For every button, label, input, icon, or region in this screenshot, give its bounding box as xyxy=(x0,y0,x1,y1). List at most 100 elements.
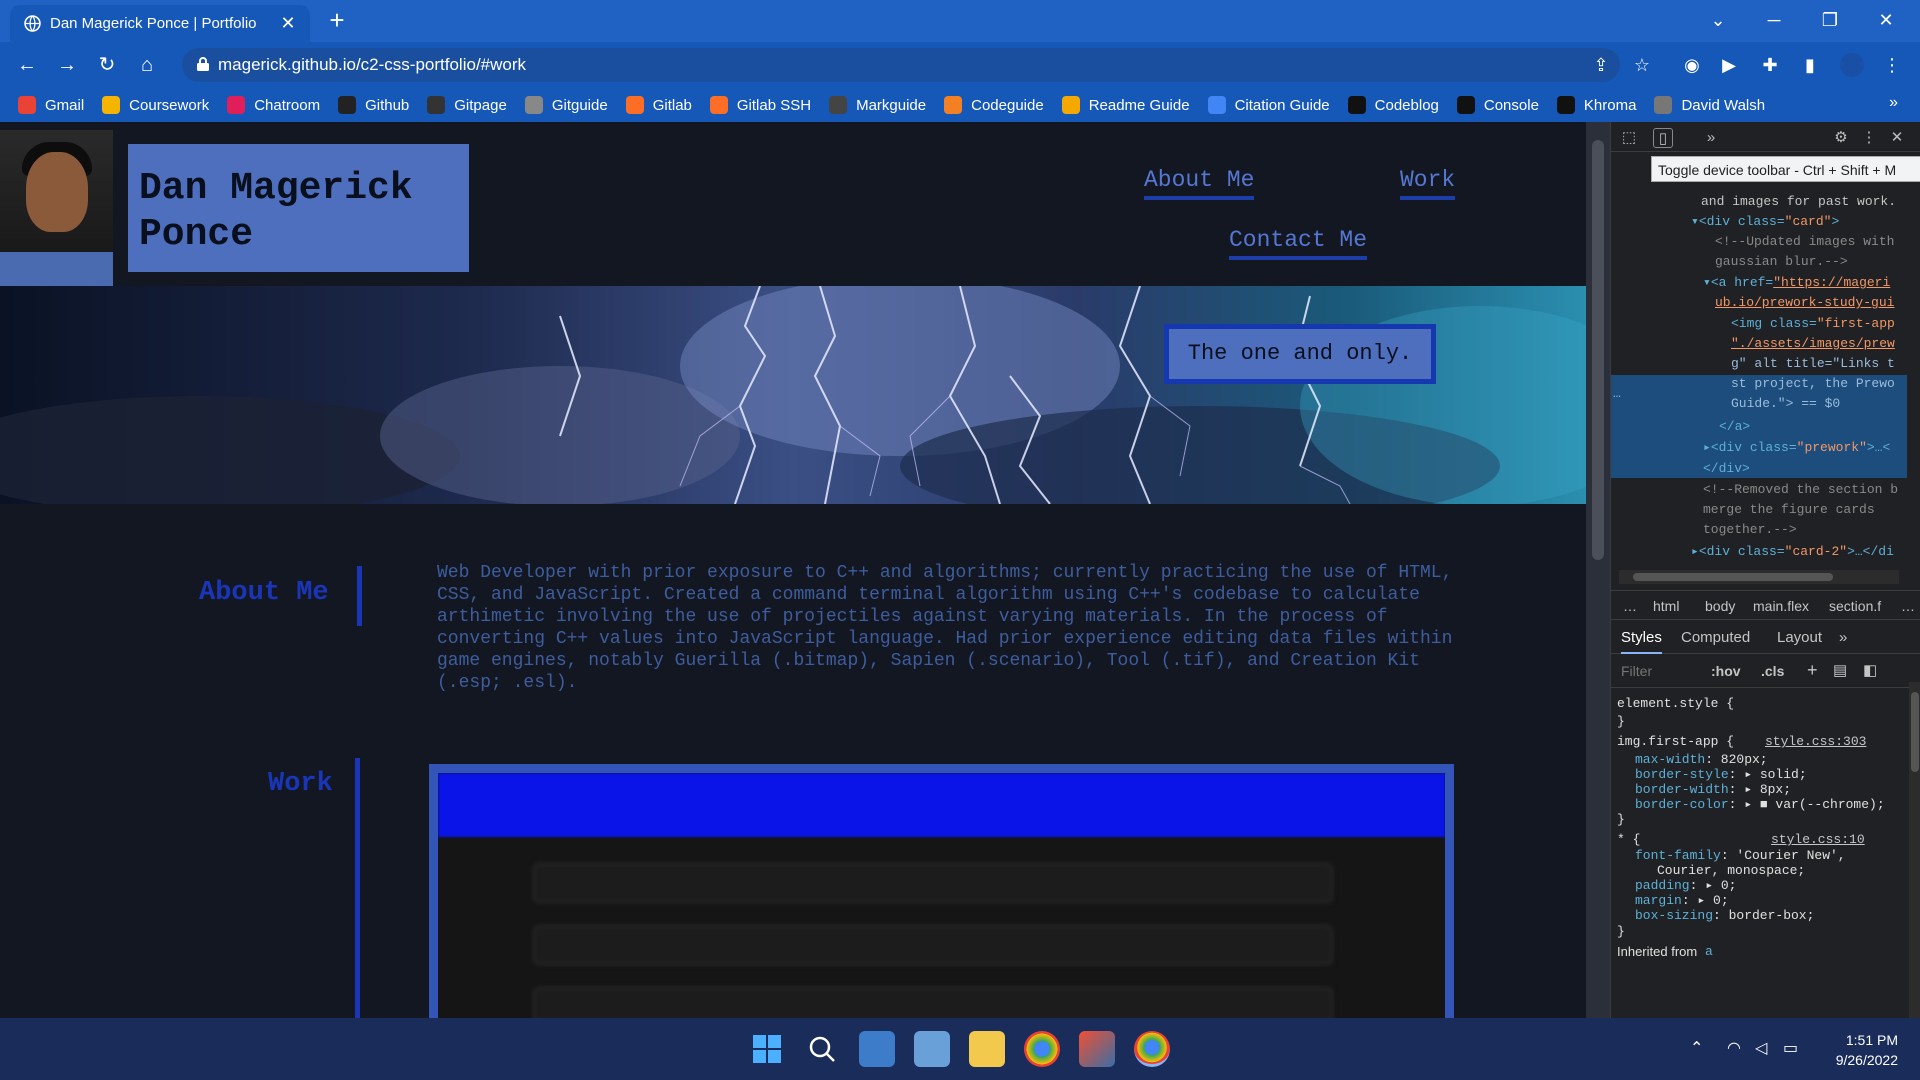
dom-line[interactable]: </div> xyxy=(1703,461,1750,476)
breadcrumb: … html body main.flex section.f … xyxy=(1611,590,1920,620)
page-scrollbar-thumb[interactable] xyxy=(1592,140,1604,560)
bookmark-item[interactable]: Gmail xyxy=(18,96,84,114)
record-extension-icon[interactable]: ▶ xyxy=(1717,53,1741,77)
nav-contact-link[interactable]: Contact Me xyxy=(1229,227,1368,260)
dom-line[interactable]: ▸<div class="card-2">…</di xyxy=(1691,544,1894,559)
volume-icon[interactable]: ◁ xyxy=(1755,1038,1767,1058)
wifi-icon[interactable]: ◠ xyxy=(1727,1038,1741,1058)
start-icon[interactable] xyxy=(749,1031,785,1067)
widgets-icon[interactable] xyxy=(859,1031,895,1067)
style-source-link[interactable]: style.css:303 xyxy=(1765,734,1866,749)
dom-line[interactable]: ▾<div class="card"> xyxy=(1691,214,1839,229)
git-icon[interactable] xyxy=(1079,1031,1115,1067)
bookmark-item[interactable]: Markguide xyxy=(829,96,926,114)
share-icon[interactable]: ⇪ xyxy=(1589,53,1613,77)
tab-close-icon[interactable]: ✕ xyxy=(278,13,298,33)
clock-time: 1:51 PM xyxy=(1845,1032,1898,1048)
address-bar[interactable]: magerick.github.io/c2-css-portfolio/#wor… xyxy=(182,48,1620,82)
tab-layout[interactable]: Layout xyxy=(1777,629,1822,646)
nav-work-link[interactable]: Work xyxy=(1400,167,1456,200)
bookmark-item[interactable]: Gitlab xyxy=(625,96,692,114)
bookmark-star-icon[interactable]: ☆ xyxy=(1630,53,1654,77)
puzzle-icon[interactable]: ✚ xyxy=(1758,53,1782,77)
styles-filter-input[interactable] xyxy=(1617,660,1699,682)
breadcrumb-item[interactable]: … xyxy=(1623,598,1637,614)
bookmark-item[interactable]: Chatroom xyxy=(227,96,320,114)
home-icon[interactable]: ⌂ xyxy=(133,51,161,79)
bookmarks-overflow-icon[interactable]: » xyxy=(1889,94,1898,112)
breadcrumb-item[interactable]: … xyxy=(1901,598,1915,614)
paint-icon[interactable]: ▤ xyxy=(1833,661,1847,679)
dom-line[interactable]: ▸<div class="prework">…< xyxy=(1703,440,1890,455)
dom-line[interactable]: </a> xyxy=(1719,419,1750,434)
tab-search-icon[interactable]: ⌄ xyxy=(1690,0,1746,42)
battery-icon[interactable]: ▭ xyxy=(1783,1038,1798,1058)
breadcrumb-item[interactable]: html xyxy=(1653,598,1679,614)
breadcrumb-item[interactable]: body xyxy=(1705,598,1735,614)
chrome-canary-icon[interactable] xyxy=(1024,1031,1060,1067)
dom-ellipsis[interactable]: … xyxy=(1613,386,1621,401)
settings-gear-icon[interactable]: ⚙ xyxy=(1831,128,1851,148)
bookmark-item[interactable]: Gitpage xyxy=(427,96,507,114)
side-panel-icon[interactable]: ▮ xyxy=(1798,53,1822,77)
reload-icon[interactable]: ↻ xyxy=(93,51,121,79)
file-explorer-icon[interactable] xyxy=(969,1031,1005,1067)
style-source-link[interactable]: style.css:10 xyxy=(1771,832,1865,847)
bookmark-item[interactable]: Gitlab SSH xyxy=(709,96,811,114)
devtools-menu-icon[interactable]: ⋮ xyxy=(1859,128,1879,148)
bookmark-item[interactable]: Github xyxy=(338,96,409,114)
dom-horizontal-scrollbar[interactable] xyxy=(1619,570,1899,584)
add-rule-icon[interactable]: + xyxy=(1807,660,1818,681)
bookmark-item[interactable]: Khroma xyxy=(1556,96,1636,114)
dom-line: "./assets/images/prew xyxy=(1731,336,1895,351)
more-tabs-icon[interactable]: » xyxy=(1839,629,1847,646)
minimize-icon[interactable]: ─ xyxy=(1746,0,1802,42)
inspect-element-icon[interactable]: ⬚ xyxy=(1619,128,1639,148)
bookmark-item[interactable]: Readme Guide xyxy=(1061,96,1190,114)
styles-filter-row: :hov .cls + ▤ ◧ xyxy=(1611,654,1920,688)
chrome-icon[interactable] xyxy=(1134,1031,1170,1067)
dom-line[interactable]: <img class="first-app xyxy=(1731,316,1895,331)
first-app-image[interactable] xyxy=(438,773,1445,1018)
page-scrollbar[interactable] xyxy=(1586,122,1610,1018)
bookmark-item[interactable]: Codeguide xyxy=(944,96,1044,114)
menu-kebab-icon[interactable]: ⋮ xyxy=(1880,53,1904,77)
bookmark-item[interactable]: Codeblog xyxy=(1347,96,1439,114)
hov-toggle[interactable]: :hov xyxy=(1711,663,1741,679)
tray-chevron-icon[interactable]: ⌃ xyxy=(1690,1038,1703,1058)
breadcrumb-item[interactable]: section.f xyxy=(1829,598,1881,614)
profile-avatar[interactable] xyxy=(1840,53,1864,77)
restore-icon[interactable]: ❐ xyxy=(1802,0,1858,42)
search-icon[interactable] xyxy=(804,1031,840,1067)
bookmark-item[interactable]: David Walsh xyxy=(1654,96,1765,114)
breadcrumb-item[interactable]: main.flex xyxy=(1753,598,1809,614)
new-tab-button[interactable]: + xyxy=(323,7,351,35)
forward-icon[interactable]: → xyxy=(53,51,81,79)
nav-about-link[interactable]: About Me xyxy=(1144,167,1255,200)
styles-scrollbar[interactable] xyxy=(1909,682,1920,1018)
more-tools-icon[interactable]: » xyxy=(1701,128,1721,148)
sidebar-toggle-icon[interactable]: ◧ xyxy=(1863,661,1877,679)
work-card[interactable] xyxy=(429,764,1454,1018)
extension-icon[interactable]: ◉ xyxy=(1680,53,1704,77)
dom-tree[interactable]: … and images for past work. ▾<div class=… xyxy=(1611,184,1907,584)
tab-computed[interactable]: Computed xyxy=(1681,629,1750,646)
bookmark-item[interactable]: Gitguide xyxy=(524,96,608,114)
photos-icon[interactable] xyxy=(914,1031,950,1067)
bookmark-item[interactable]: Console xyxy=(1456,96,1539,114)
bookmark-label: Readme Guide xyxy=(1088,96,1190,114)
bookmark-item[interactable]: Coursework xyxy=(102,96,209,114)
lightning-image xyxy=(0,286,1586,504)
close-window-icon[interactable]: ✕ xyxy=(1858,0,1914,42)
cls-toggle[interactable]: .cls xyxy=(1761,663,1784,679)
browser-tab[interactable]: Dan Magerick Ponce | Portfolio ✕ xyxy=(10,5,310,42)
clock[interactable]: 1:51 PM 9/26/2022 xyxy=(1836,1030,1898,1070)
tab-styles[interactable]: Styles xyxy=(1621,629,1662,654)
dom-line[interactable]: ▾<a href="https://mageri xyxy=(1703,275,1890,290)
bookmark-item[interactable]: Citation Guide xyxy=(1207,96,1330,114)
github-icon xyxy=(427,96,446,114)
profile-photo xyxy=(0,130,113,286)
back-icon[interactable]: ← xyxy=(13,51,41,79)
devtools-close-icon[interactable]: ✕ xyxy=(1887,128,1907,148)
device-toolbar-icon[interactable]: ▯ xyxy=(1653,128,1673,148)
